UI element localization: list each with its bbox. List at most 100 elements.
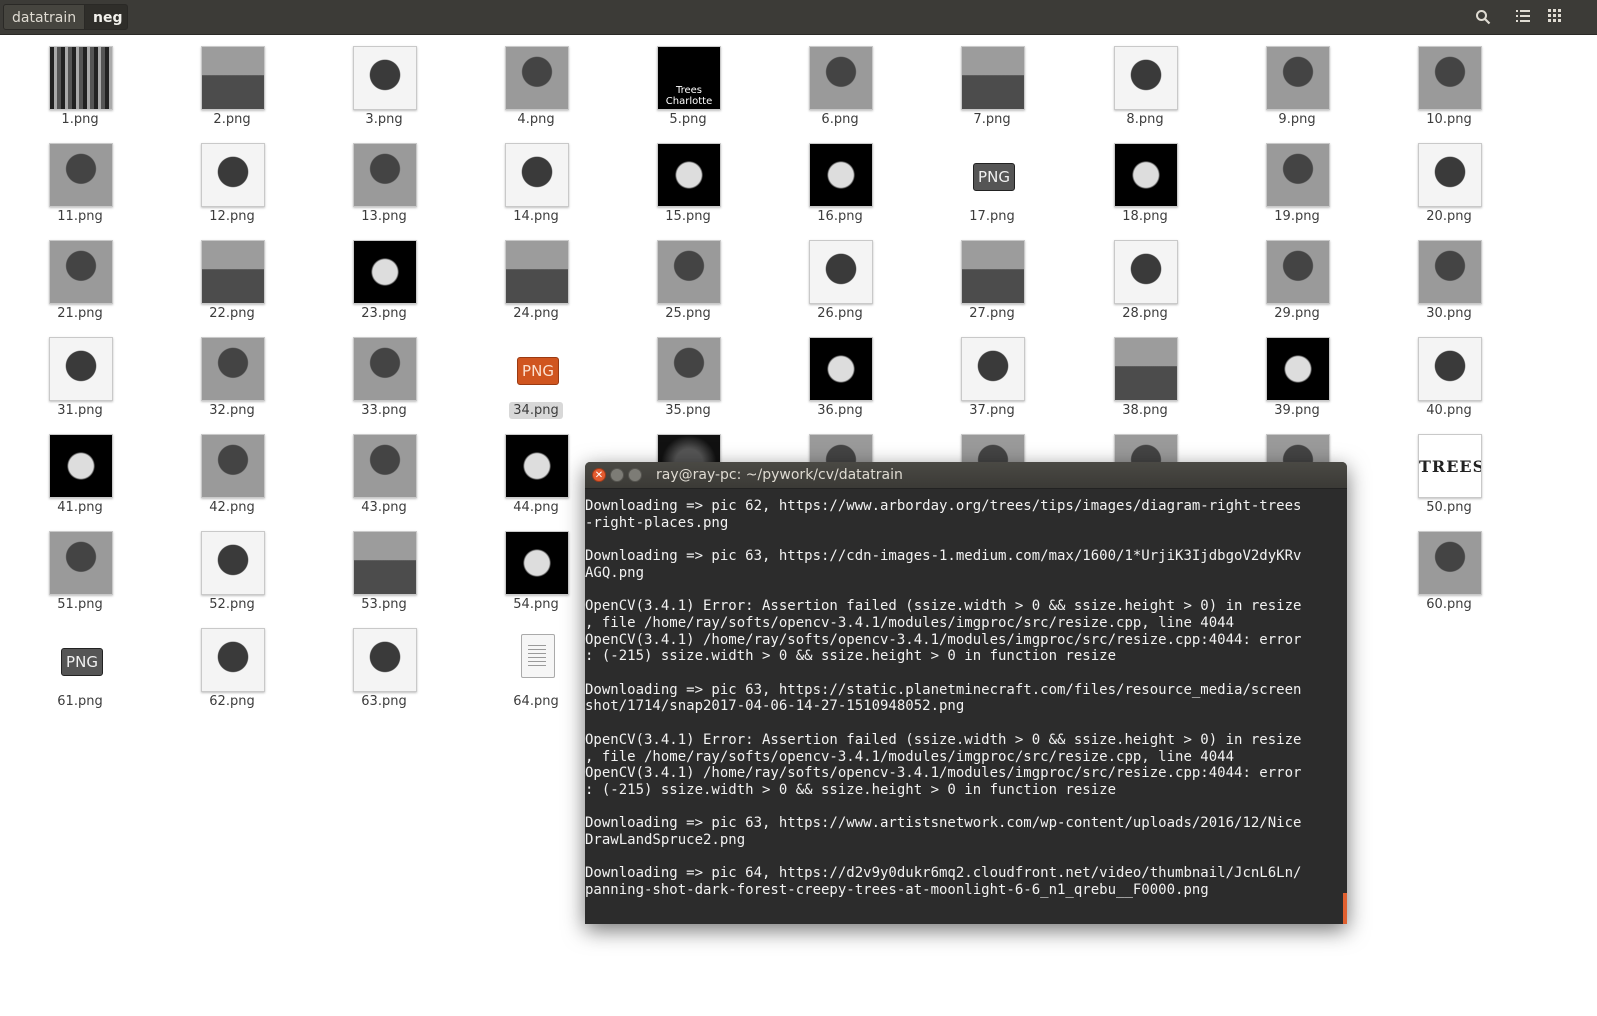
file-item[interactable]: 63.png — [334, 618, 434, 710]
thumbnail-caption: Trees Charlotte — [665, 85, 713, 107]
file-item[interactable]: 14.png — [486, 133, 586, 225]
file-item[interactable]: 8.png — [1095, 36, 1195, 128]
grid-view-button[interactable] — [1540, 4, 1570, 30]
file-name: 30.png — [1426, 306, 1472, 321]
file-name: 5.png — [669, 112, 707, 127]
file-item[interactable]: 54.png — [486, 521, 586, 613]
file-item[interactable]: PNG 17.png — [942, 133, 1042, 225]
file-item[interactable]: Trees Charlotte 5.png — [638, 36, 738, 128]
file-item[interactable]: 51.png — [30, 521, 130, 613]
file-item[interactable]: 6.png — [790, 36, 890, 128]
breadcrumb-datatrain[interactable]: datatrain — [3, 4, 85, 30]
file-name: 34.png — [486, 402, 586, 419]
file-item[interactable]: 18.png — [1095, 133, 1195, 225]
file-item[interactable]: 41.png — [30, 424, 130, 516]
file-thumbnail — [1114, 337, 1178, 401]
file-item[interactable]: 43.png — [334, 424, 434, 516]
file-thumbnail: PNG — [961, 143, 1025, 207]
search-button[interactable] — [1468, 4, 1498, 30]
file-item[interactable]: PNG 61.png — [30, 618, 130, 710]
file-name: 42.png — [209, 500, 255, 515]
file-item[interactable]: 3.png — [334, 36, 434, 128]
file-item[interactable]: 64.png — [486, 618, 586, 710]
file-item[interactable]: 23.png — [334, 230, 434, 322]
file-item[interactable]: 44.png — [486, 424, 586, 516]
file-thumbnail — [49, 337, 113, 401]
file-name: 9.png — [1278, 112, 1316, 127]
file-item[interactable]: 20.png — [1399, 133, 1499, 225]
file-item[interactable]: PNG 34.png — [486, 327, 586, 419]
file-item[interactable]: 10.png — [1399, 36, 1499, 128]
file-item[interactable]: 19.png — [1247, 133, 1347, 225]
file-thumbnail: PNG — [505, 337, 569, 401]
file-thumbnail — [1418, 240, 1482, 304]
file-item[interactable]: 42.png — [182, 424, 282, 516]
file-item[interactable]: 24.png — [486, 230, 586, 322]
file-item[interactable]: 27.png — [942, 230, 1042, 322]
terminal-window[interactable]: ✕ ray@ray-pc: ~/pywork/cv/datatrain Down… — [585, 462, 1347, 924]
terminal-titlebar[interactable]: ✕ ray@ray-pc: ~/pywork/cv/datatrain — [585, 462, 1347, 489]
terminal-output[interactable]: Downloading => pic 62, https://www.arbor… — [585, 489, 1345, 924]
file-item[interactable]: 37.png — [942, 327, 1042, 419]
file-item[interactable]: TREES 50.png — [1399, 424, 1499, 516]
list-view-button[interactable] — [1508, 4, 1538, 30]
file-name: 37.png — [969, 403, 1015, 418]
file-thumbnail — [201, 240, 265, 304]
file-item[interactable]: 4.png — [486, 36, 586, 128]
file-name: 53.png — [361, 597, 407, 612]
file-item[interactable]: 9.png — [1247, 36, 1347, 128]
file-item[interactable]: 13.png — [334, 133, 434, 225]
file-name: 29.png — [1274, 306, 1320, 321]
breadcrumb-neg[interactable]: neg — [84, 4, 128, 30]
file-item[interactable]: 33.png — [334, 327, 434, 419]
file-item[interactable]: 53.png — [334, 521, 434, 613]
terminal-line: , file /home/ray/softs/opencv-3.4.1/modu… — [585, 748, 1235, 765]
file-name: 60.png — [1426, 597, 1472, 612]
file-thumbnail — [657, 337, 721, 401]
png-file-icon: PNG — [517, 357, 559, 385]
file-item[interactable]: 7.png — [942, 36, 1042, 128]
file-item[interactable]: 62.png — [182, 618, 282, 710]
file-item[interactable]: 31.png — [30, 327, 130, 419]
file-item[interactable]: 32.png — [182, 327, 282, 419]
terminal-line: Downloading => pic 62, https://www.arbor… — [585, 498, 1302, 514]
terminal-line: OpenCV(3.4.1) Error: Assertion failed (s… — [585, 731, 1302, 748]
file-name: 62.png — [209, 694, 255, 709]
png-file-icon: PNG — [973, 163, 1015, 191]
file-item[interactable]: 15.png — [638, 133, 738, 225]
file-item[interactable]: 26.png — [790, 230, 890, 322]
maximize-button[interactable] — [628, 468, 642, 482]
file-item[interactable]: 22.png — [182, 230, 282, 322]
file-item[interactable]: 2.png — [182, 36, 282, 128]
file-item[interactable]: 52.png — [182, 521, 282, 613]
file-item[interactable]: 40.png — [1399, 327, 1499, 419]
file-item[interactable]: 30.png — [1399, 230, 1499, 322]
file-name: 25.png — [665, 306, 711, 321]
file-item[interactable]: 60.png — [1399, 521, 1499, 613]
minimize-button[interactable] — [610, 468, 624, 482]
file-item[interactable]: 16.png — [790, 133, 890, 225]
close-button[interactable]: ✕ — [592, 468, 606, 482]
thumbnail-caption: TREES — [1419, 457, 1482, 476]
file-item[interactable]: 21.png — [30, 230, 130, 322]
file-item[interactable]: 25.png — [638, 230, 738, 322]
file-item[interactable]: 11.png — [30, 133, 130, 225]
file-item[interactable]: 36.png — [790, 327, 890, 419]
file-item[interactable]: 28.png — [1095, 230, 1195, 322]
file-name: 20.png — [1426, 209, 1472, 224]
file-item[interactable]: 35.png — [638, 327, 738, 419]
file-item[interactable]: 38.png — [1095, 327, 1195, 419]
terminal-line: panning-shot-dark-forest-creepy-trees-at… — [585, 882, 1209, 899]
file-name: 3.png — [365, 112, 403, 127]
file-item[interactable]: 29.png — [1247, 230, 1347, 322]
file-thumbnail — [353, 240, 417, 304]
file-item[interactable]: 39.png — [1247, 327, 1347, 419]
file-thumbnail — [961, 46, 1025, 110]
file-name: 64.png — [513, 694, 559, 709]
file-thumbnail — [1266, 337, 1330, 401]
terminal-scrollbar[interactable] — [1343, 893, 1347, 924]
file-item[interactable]: 12.png — [182, 133, 282, 225]
file-item[interactable]: 1.png — [30, 36, 130, 128]
png-file-icon: PNG — [61, 648, 103, 676]
file-thumbnail — [505, 531, 569, 595]
